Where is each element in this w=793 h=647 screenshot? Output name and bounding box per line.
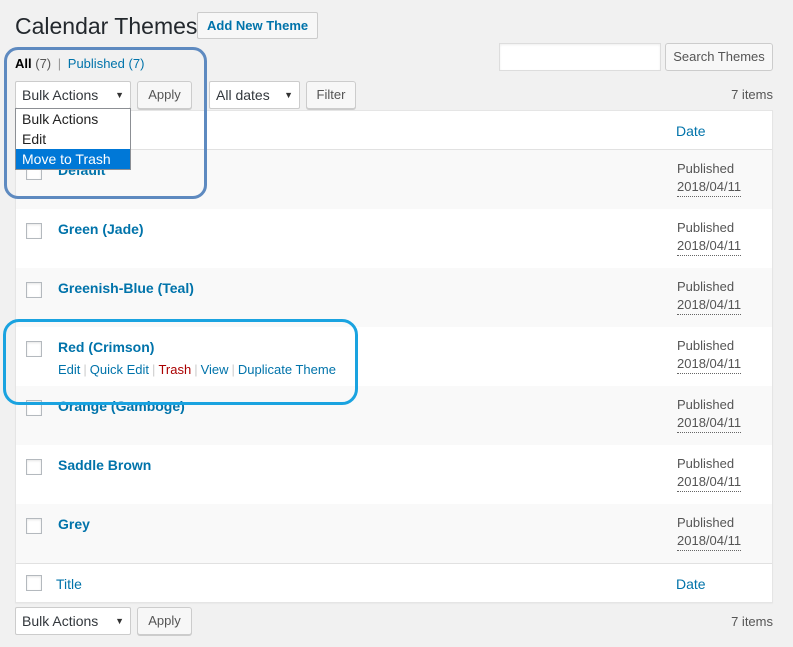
row-actions: Edit | Quick Edit | Trash | View | Duplicate The… [58,362,336,377]
view-separator: | [57,56,62,71]
apply-button-top[interactable]: Apply [137,81,192,109]
view-all-count: (7) [35,56,52,71]
row-checkbox[interactable] [26,518,42,534]
row-status: Published [677,161,735,176]
row-date: Published 2018/04/11 [677,219,742,256]
row-date: Published 2018/04/11 [677,337,742,374]
row-status: Published [677,397,735,412]
table-row: Orange (Gamboge) Published 2018/04/11 [16,386,772,445]
themes-table: Title Date Default Published2018/04/11 G… [15,110,773,603]
bulk-actions-value: Bulk Actions [22,87,99,103]
apply-button-bottom[interactable]: Apply [137,607,192,635]
row-date-value: 2018/04/11 [677,178,742,197]
view-all[interactable]: All (7) [15,56,51,71]
row-checkbox[interactable] [26,341,42,357]
row-status: Published [677,515,735,530]
table-row: Red (Crimson) Edit | Quick Edit | Trash | View… [16,327,772,386]
row-date-value: 2018/04/11 [677,473,742,492]
view-filters: All (7) | Published (7) [15,56,144,72]
row-status: Published [677,338,735,353]
column-title-footer[interactable]: Title [56,576,82,592]
search-input[interactable] [499,43,661,71]
row-date: Published 2018/04/11 [677,514,742,551]
row-checkbox[interactable] [26,223,42,239]
row-status: Published [677,456,735,471]
column-date-footer[interactable]: Date [676,576,706,592]
row-title-link[interactable]: Red (Crimson) [58,339,154,355]
date-filter-select[interactable]: All dates ▼ [209,81,300,109]
row-title-link[interactable]: Grey [58,516,90,532]
date-filter-value: All dates [216,87,270,103]
row-action-edit[interactable]: Edit [58,362,80,377]
filter-button[interactable]: Filter [306,81,356,109]
row-action-separator: | [194,362,198,377]
row-date-value: 2018/04/11 [677,237,742,256]
add-new-theme-button[interactable]: Add New Theme [197,12,319,39]
row-date-value: 2018/04/11 [677,355,742,374]
row-status: Published [677,220,735,235]
row-action-separator: | [152,362,156,377]
row-checkbox[interactable] [26,282,42,298]
bulk-option-bulk-actions[interactable]: Bulk Actions [16,109,130,129]
bulk-actions-select-top[interactable]: Bulk Actions ▼ [15,81,131,109]
row-action-duplicate[interactable]: Duplicate Theme [238,362,336,377]
row-date-value: 2018/04/11 [677,414,742,433]
bulk-option-edit[interactable]: Edit [16,129,130,149]
dropdown-arrow-icon: ▼ [115,616,124,626]
table-row: Grey Published 2018/04/11 [16,504,772,563]
row-title-link[interactable]: Saddle Brown [58,457,151,473]
row-action-separator: | [231,362,235,377]
row-checkbox[interactable] [26,400,42,416]
row-date: Published 2018/04/11 [677,455,742,492]
view-all-label: All [15,56,32,71]
table-footer: Title Date [16,563,772,602]
dropdown-arrow-icon: ▼ [284,90,293,100]
row-checkbox[interactable] [26,459,42,475]
search-themes-button[interactable]: Search Themes [665,43,773,71]
page-title: Calendar Themes [15,13,198,39]
bulk-actions-select-bottom[interactable]: Bulk Actions ▼ [15,607,131,635]
row-status: Published [677,279,735,294]
column-date-header[interactable]: Date [676,123,706,139]
table-row: Greenish-Blue (Teal) Published 2018/04/11 [16,268,772,327]
row-action-view[interactable]: View [201,362,229,377]
dropdown-arrow-icon: ▼ [115,90,124,100]
view-published[interactable]: Published (7) [68,56,145,71]
row-date: Published 2018/04/11 [677,160,742,197]
row-date: Published 2018/04/11 [677,278,742,315]
items-count-top: 7 items [731,87,773,102]
select-all-checkbox-footer[interactable] [26,575,42,591]
view-published-count: (7) [128,56,145,71]
row-title-link[interactable]: Greenish-Blue (Teal) [58,280,194,296]
table-row: Green (Jade) Published 2018/04/11 [16,209,772,268]
items-count-bottom: 7 items [731,614,773,629]
bulk-option-move-to-trash[interactable]: Move to Trash [16,149,130,169]
row-action-trash[interactable]: Trash [158,362,191,377]
row-action-separator: | [83,362,87,377]
row-title-link[interactable]: Orange (Gamboge) [58,398,185,414]
row-date-value: 2018/04/11 [677,532,742,551]
row-date: Published 2018/04/11 [677,396,742,433]
row-title-link[interactable]: Green (Jade) [58,221,144,237]
bulk-actions-dropdown-list: Bulk Actions Edit Move to Trash [15,108,131,170]
bulk-actions-value: Bulk Actions [22,613,99,629]
view-published-label: Published [67,56,125,71]
row-action-quick-edit[interactable]: Quick Edit [90,362,149,377]
row-date-value: 2018/04/11 [677,296,742,315]
table-row: Saddle Brown Published 2018/04/11 [16,445,772,504]
